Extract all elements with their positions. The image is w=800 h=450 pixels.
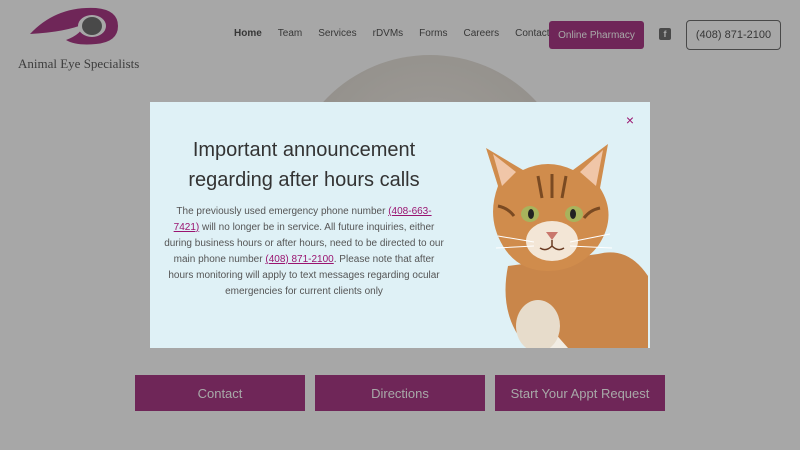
announcement-modal: × Important announcement regarding after… (150, 102, 650, 348)
body-text-1: The previously used emergency phone numb… (176, 206, 389, 217)
main-phone-link[interactable]: (408) 871-2100 (265, 254, 333, 265)
close-icon[interactable]: × (626, 112, 634, 128)
modal-body: The previously used emergency phone numb… (164, 204, 444, 300)
cat-photo (486, 144, 648, 348)
modal-title: Important announcement regarding after h… (188, 139, 420, 191)
